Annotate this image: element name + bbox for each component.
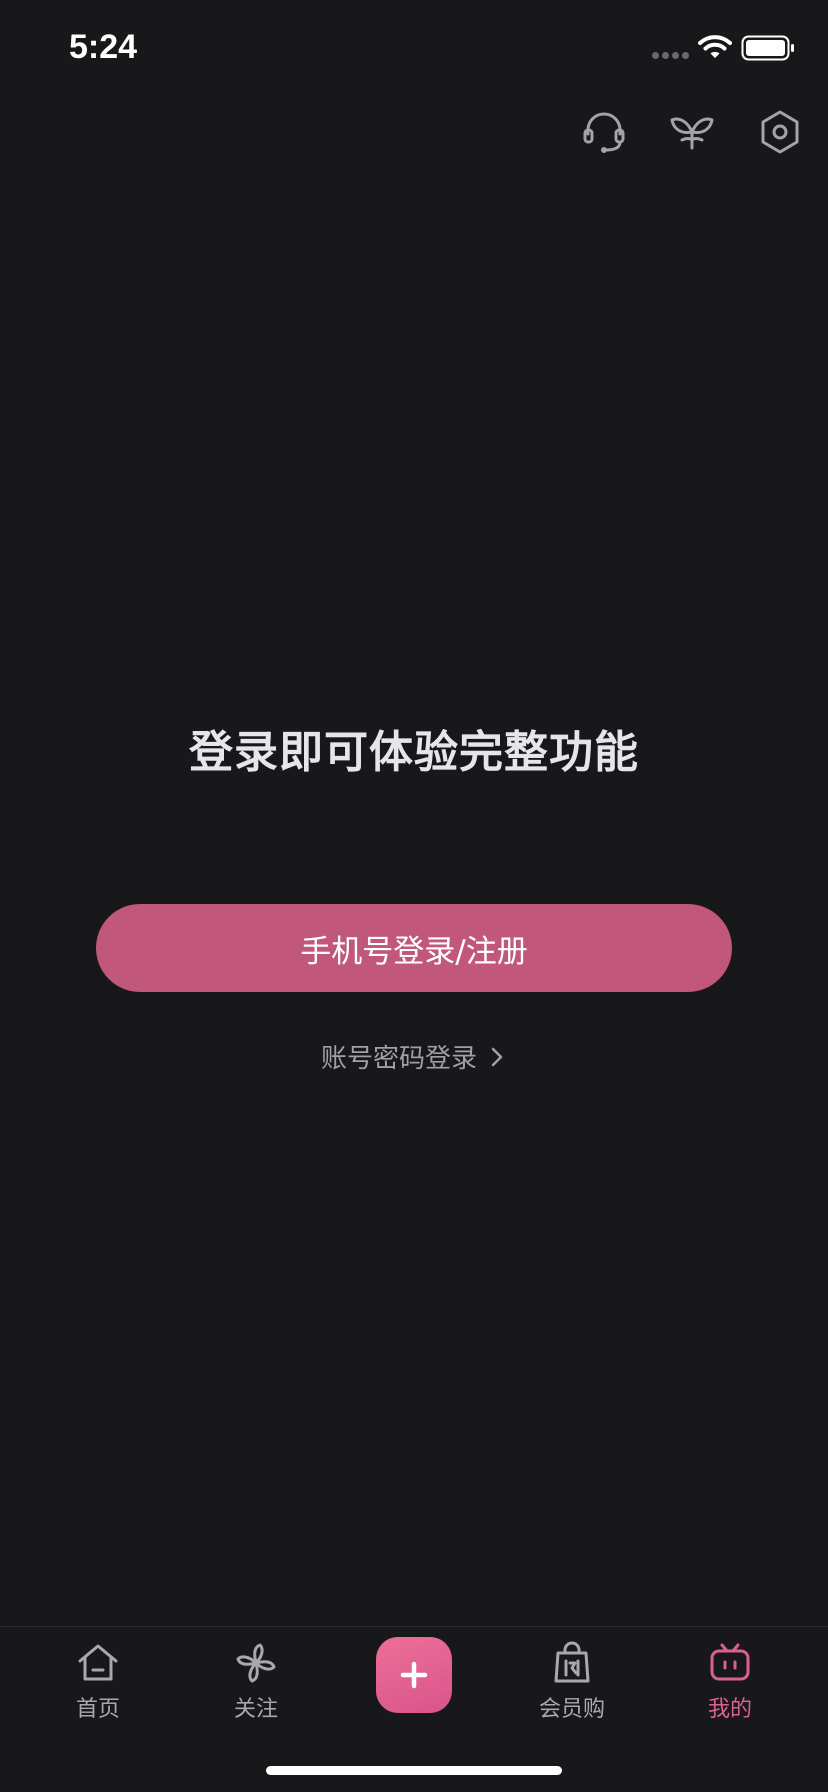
settings-icon[interactable] [756, 108, 804, 156]
password-login-link[interactable]: 账号密码登录 [0, 1038, 828, 1075]
tab-home[interactable]: 首页 [38, 1641, 158, 1723]
status-time: 5:24 [69, 28, 138, 66]
battery-icon [741, 35, 795, 65]
tab-member-shop[interactable]: 会员购 [512, 1641, 632, 1723]
sprout-icon[interactable] [668, 108, 716, 156]
phone-login-button[interactable]: 手机号登录/注册 [96, 904, 732, 992]
tab-member-shop-label: 会员购 [538, 1697, 605, 1722]
pinwheel-icon [236, 1643, 276, 1683]
tab-following[interactable]: 关注 [196, 1641, 316, 1723]
shopping-bag-icon [554, 1641, 590, 1683]
cellular-signal-icon [652, 52, 689, 59]
password-login-label: 账号密码登录 [320, 1044, 477, 1074]
home-icon [78, 1644, 118, 1681]
home-indicator [266, 1766, 562, 1775]
tab-mine[interactable]: 我的 [670, 1641, 790, 1723]
login-screen: 5:24 登录即可体验完整功能 手机号登录/注册 账号密码登录 首页 关注 会员… [0, 0, 828, 1792]
chevron-right-icon [491, 1047, 503, 1066]
headset-icon[interactable] [580, 108, 628, 156]
tab-following-label: 关注 [233, 1697, 278, 1722]
tab-home-label: 首页 [75, 1697, 120, 1722]
plus-icon [400, 1661, 428, 1689]
login-prompt: 登录即可体验完整功能 [189, 727, 639, 778]
tab-mine-label: 我的 [707, 1697, 752, 1722]
publish-button[interactable] [376, 1637, 452, 1713]
wifi-icon [698, 34, 732, 64]
tv-icon [710, 1643, 750, 1681]
